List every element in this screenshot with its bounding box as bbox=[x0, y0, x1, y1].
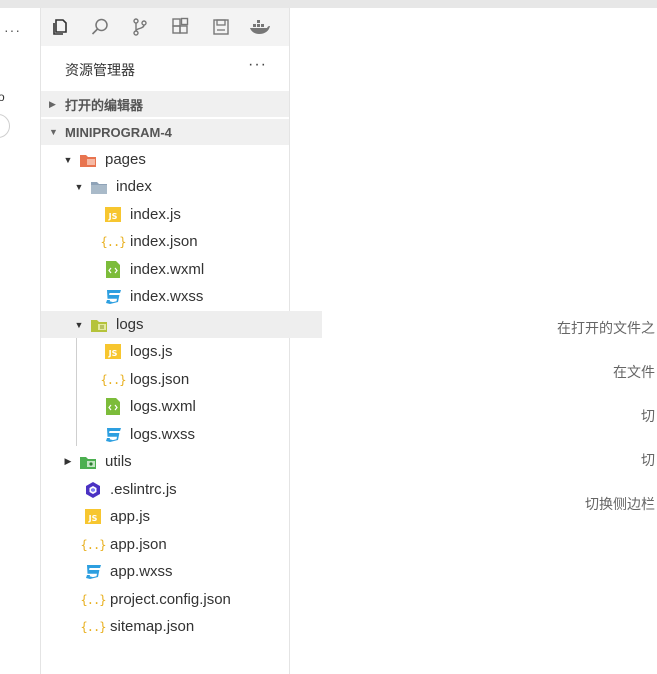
tree-item-eslintrc[interactable]: .eslintrc.js bbox=[41, 476, 332, 503]
tree-item-logs-js[interactable]: JS logs.js bbox=[41, 338, 352, 365]
project-label: MINIPROGRAM-4 bbox=[65, 124, 172, 140]
json-file-icon: {..} bbox=[80, 537, 107, 552]
js-file-icon: JS bbox=[104, 206, 122, 224]
json-file-icon: {..} bbox=[100, 372, 127, 387]
tree-item-label: index.json bbox=[130, 233, 198, 250]
tree-item-label: app.wxss bbox=[110, 563, 173, 580]
tree-item-logs-wxml[interactable]: logs.wxml bbox=[41, 393, 352, 420]
logs-folder-icon bbox=[90, 316, 108, 334]
more-actions-icon[interactable]: ··· bbox=[4, 22, 21, 38]
open-editors-label: 打开的编辑器 bbox=[65, 97, 144, 113]
json-file-icon: {..} bbox=[100, 234, 127, 249]
tree-item-label: index.wxss bbox=[130, 288, 204, 305]
tree-item-utils[interactable]: ▶ utils bbox=[41, 448, 311, 475]
search-icon[interactable] bbox=[89, 16, 111, 38]
source-control-icon[interactable] bbox=[129, 16, 151, 38]
chevron-right-icon: ▶ bbox=[64, 456, 72, 466]
hint-text: 在打开的文件之 bbox=[557, 320, 655, 336]
hint-text: 在文件 bbox=[613, 364, 655, 380]
eslint-file-icon bbox=[84, 481, 102, 499]
tree-item-logs-folder[interactable]: ▼ logs bbox=[41, 311, 322, 338]
docker-icon[interactable] bbox=[249, 16, 271, 38]
tree-item-label: logs bbox=[116, 316, 144, 333]
chevron-down-icon: ▼ bbox=[63, 154, 73, 165]
clipped-circle-button[interactable] bbox=[0, 114, 10, 138]
extensions-icon[interactable] bbox=[169, 16, 191, 38]
tree-item-logs-wxss[interactable]: logs.wxss bbox=[41, 421, 352, 448]
js-file-icon: JS bbox=[104, 343, 122, 361]
tree-item-project-config[interactable]: {..} project.config.json bbox=[41, 586, 332, 613]
css-file-icon bbox=[104, 426, 122, 444]
chevron-down-icon: ▼ bbox=[74, 181, 84, 192]
tree-item-label: app.js bbox=[110, 508, 151, 525]
tree-item-label: pages bbox=[105, 151, 146, 168]
json-file-icon: {..} bbox=[80, 619, 107, 634]
tree-item-label: project.config.json bbox=[110, 591, 231, 608]
top-strip bbox=[0, 0, 657, 8]
save-icon[interactable] bbox=[210, 16, 232, 38]
explorer-sidebar: 资源管理器 ··· ▶ 打开的编辑器 ▼ MINIPROGRAM-4 ▼ pag… bbox=[41, 8, 322, 674]
css-file-icon bbox=[104, 288, 122, 306]
tree-item-pages[interactable]: ▼ pages bbox=[41, 146, 311, 173]
explorer-title: 资源管理器 bbox=[65, 62, 135, 78]
tree-item-label: .eslintrc.js bbox=[110, 481, 177, 498]
tree-item-label: sitemap.json bbox=[110, 618, 195, 635]
chevron-right-icon: ▶ bbox=[49, 98, 56, 109]
open-editors-section[interactable]: ▶ 打开的编辑器 bbox=[41, 91, 289, 117]
hint-text: 切 bbox=[641, 408, 655, 424]
hint-text: 切 bbox=[641, 452, 655, 468]
css-file-icon bbox=[84, 563, 102, 581]
tree-item-index-js[interactable]: JS index.js bbox=[41, 201, 352, 228]
tree-item-label: logs.json bbox=[130, 371, 190, 388]
tree-item-index-json[interactable]: {..} index.json bbox=[41, 228, 352, 255]
tree-item-app-json[interactable]: {..} app.json bbox=[41, 531, 332, 558]
folder-icon bbox=[90, 178, 108, 196]
clipped-toolbar-icon[interactable]: o bbox=[0, 90, 5, 104]
tree-item-label: logs.js bbox=[130, 343, 173, 360]
tree-item-label: index.wxml bbox=[130, 261, 205, 278]
hint-text: 切换侧边栏 bbox=[585, 496, 655, 512]
tree-item-index-folder[interactable]: ▼ index bbox=[41, 173, 322, 200]
explorer-icon[interactable] bbox=[49, 16, 71, 38]
tree-item-label: index bbox=[116, 178, 152, 195]
pages-folder-icon bbox=[79, 151, 97, 169]
explorer-more-icon[interactable]: ··· bbox=[248, 56, 267, 74]
tree-item-label: logs.wxss bbox=[130, 426, 196, 443]
tree-item-label: logs.wxml bbox=[130, 398, 196, 415]
project-section[interactable]: ▼ MINIPROGRAM-4 bbox=[41, 119, 289, 145]
tree-item-label: app.json bbox=[110, 536, 167, 553]
json-file-icon: {..} bbox=[80, 592, 107, 607]
utils-folder-icon bbox=[79, 453, 97, 471]
tree-item-index-wxml[interactable]: index.wxml bbox=[41, 256, 352, 283]
chevron-down-icon: ▼ bbox=[49, 127, 58, 137]
tree-item-logs-json[interactable]: {..} logs.json bbox=[41, 366, 352, 393]
tree-item-app-wxss[interactable]: app.wxss bbox=[41, 558, 332, 585]
tree-item-label: utils bbox=[105, 453, 132, 470]
chevron-down-icon: ▼ bbox=[74, 319, 84, 330]
tree-item-index-wxss[interactable]: index.wxss bbox=[41, 283, 352, 310]
activity-toolbar bbox=[41, 8, 289, 46]
tree-item-sitemap[interactable]: {..} sitemap.json bbox=[41, 613, 332, 640]
wxml-file-icon bbox=[104, 261, 122, 279]
js-file-icon: JS bbox=[84, 508, 102, 526]
wxml-file-icon bbox=[104, 398, 122, 416]
tree-item-label: index.js bbox=[130, 206, 181, 223]
tree-item-app-js[interactable]: JS app.js bbox=[41, 503, 332, 530]
left-editor-pane: ··· o bbox=[0, 8, 41, 674]
